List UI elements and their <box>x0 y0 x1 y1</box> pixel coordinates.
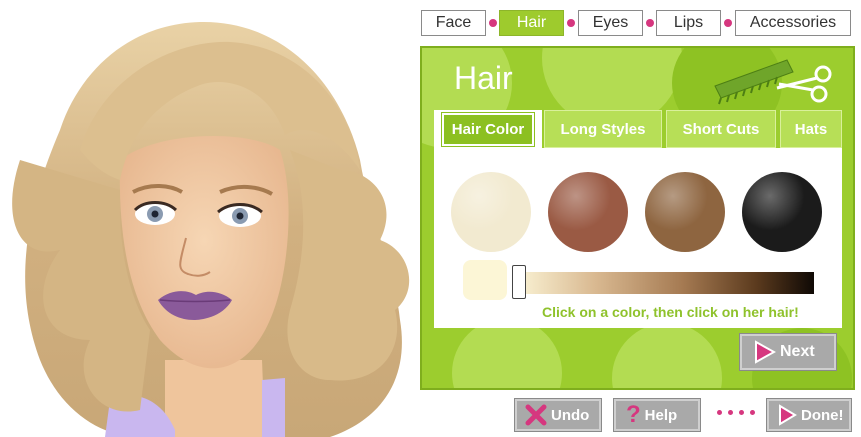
hair-tools-icon <box>714 59 832 105</box>
swatch-brown[interactable] <box>645 172 725 252</box>
instruction-text: Click on a color, then click on her hair… <box>542 304 799 320</box>
tab-lips[interactable]: Lips <box>656 10 721 36</box>
tab-hair-label: Hair <box>516 14 547 31</box>
subtab-hats[interactable]: Hats <box>780 110 842 148</box>
undo-label: Undo <box>551 406 590 424</box>
bg-bubble <box>452 318 562 388</box>
play-arrow-icon <box>755 340 776 364</box>
tab-accessories[interactable]: Accessories <box>735 10 851 36</box>
tab-accessories-label: Accessories <box>749 14 837 31</box>
question-mark-icon: ? <box>626 401 641 428</box>
slider-handle[interactable] <box>512 265 526 299</box>
footer-dots <box>717 410 755 415</box>
hair-color-content: Click on a color, then click on her hair… <box>434 148 842 328</box>
panel-title: Hair <box>454 60 513 96</box>
tab-face[interactable]: Face <box>421 10 486 36</box>
done-label: Done! <box>801 406 844 424</box>
subtab-hair-color-label: Hair Color <box>440 111 536 147</box>
comb-icon <box>714 59 794 105</box>
neck <box>165 360 265 437</box>
tab-separator-dot <box>567 19 575 27</box>
help-button[interactable]: ? Help <box>613 398 701 432</box>
subtab-short-cuts-label: Short Cuts <box>682 120 760 138</box>
tab-eyes[interactable]: Eyes <box>578 10 643 36</box>
subtab-long-styles-label: Long Styles <box>560 120 646 138</box>
bg-bubble <box>612 323 722 388</box>
hair-right-wave[interactable] <box>287 150 410 381</box>
subtab-long-styles[interactable]: Long Styles <box>544 110 662 148</box>
play-arrow-icon <box>779 404 797 426</box>
next-label: Next <box>780 343 815 360</box>
shirt-strap <box>262 378 285 437</box>
hair-panel: Hair Hair Color Long Styles Short Cuts H… <box>420 46 855 390</box>
subtab-hair-color[interactable]: Hair Color <box>434 110 542 148</box>
swatch-blonde[interactable] <box>451 172 531 252</box>
x-icon <box>525 404 547 426</box>
tab-face-label: Face <box>435 14 472 31</box>
color-preview <box>463 260 507 300</box>
tab-separator-dot <box>724 19 732 27</box>
tab-separator-dot <box>489 19 497 27</box>
undo-button[interactable]: Undo <box>514 398 602 432</box>
help-label: Help <box>644 406 678 424</box>
subtab-short-cuts[interactable]: Short Cuts <box>666 110 776 148</box>
next-button[interactable]: Next <box>739 333 837 371</box>
swatch-auburn[interactable] <box>548 172 628 252</box>
tab-separator-dot <box>646 19 654 27</box>
done-button[interactable]: Done! <box>766 398 852 432</box>
subtab-hats-label: Hats <box>794 120 828 138</box>
tab-eyes-label: Eyes <box>592 14 629 31</box>
character-portrait[interactable] <box>0 0 420 437</box>
swatch-black[interactable] <box>742 172 822 252</box>
tab-hair[interactable]: Hair <box>499 10 564 36</box>
color-shade-slider[interactable] <box>522 272 814 294</box>
tab-lips-label: Lips <box>673 14 704 31</box>
